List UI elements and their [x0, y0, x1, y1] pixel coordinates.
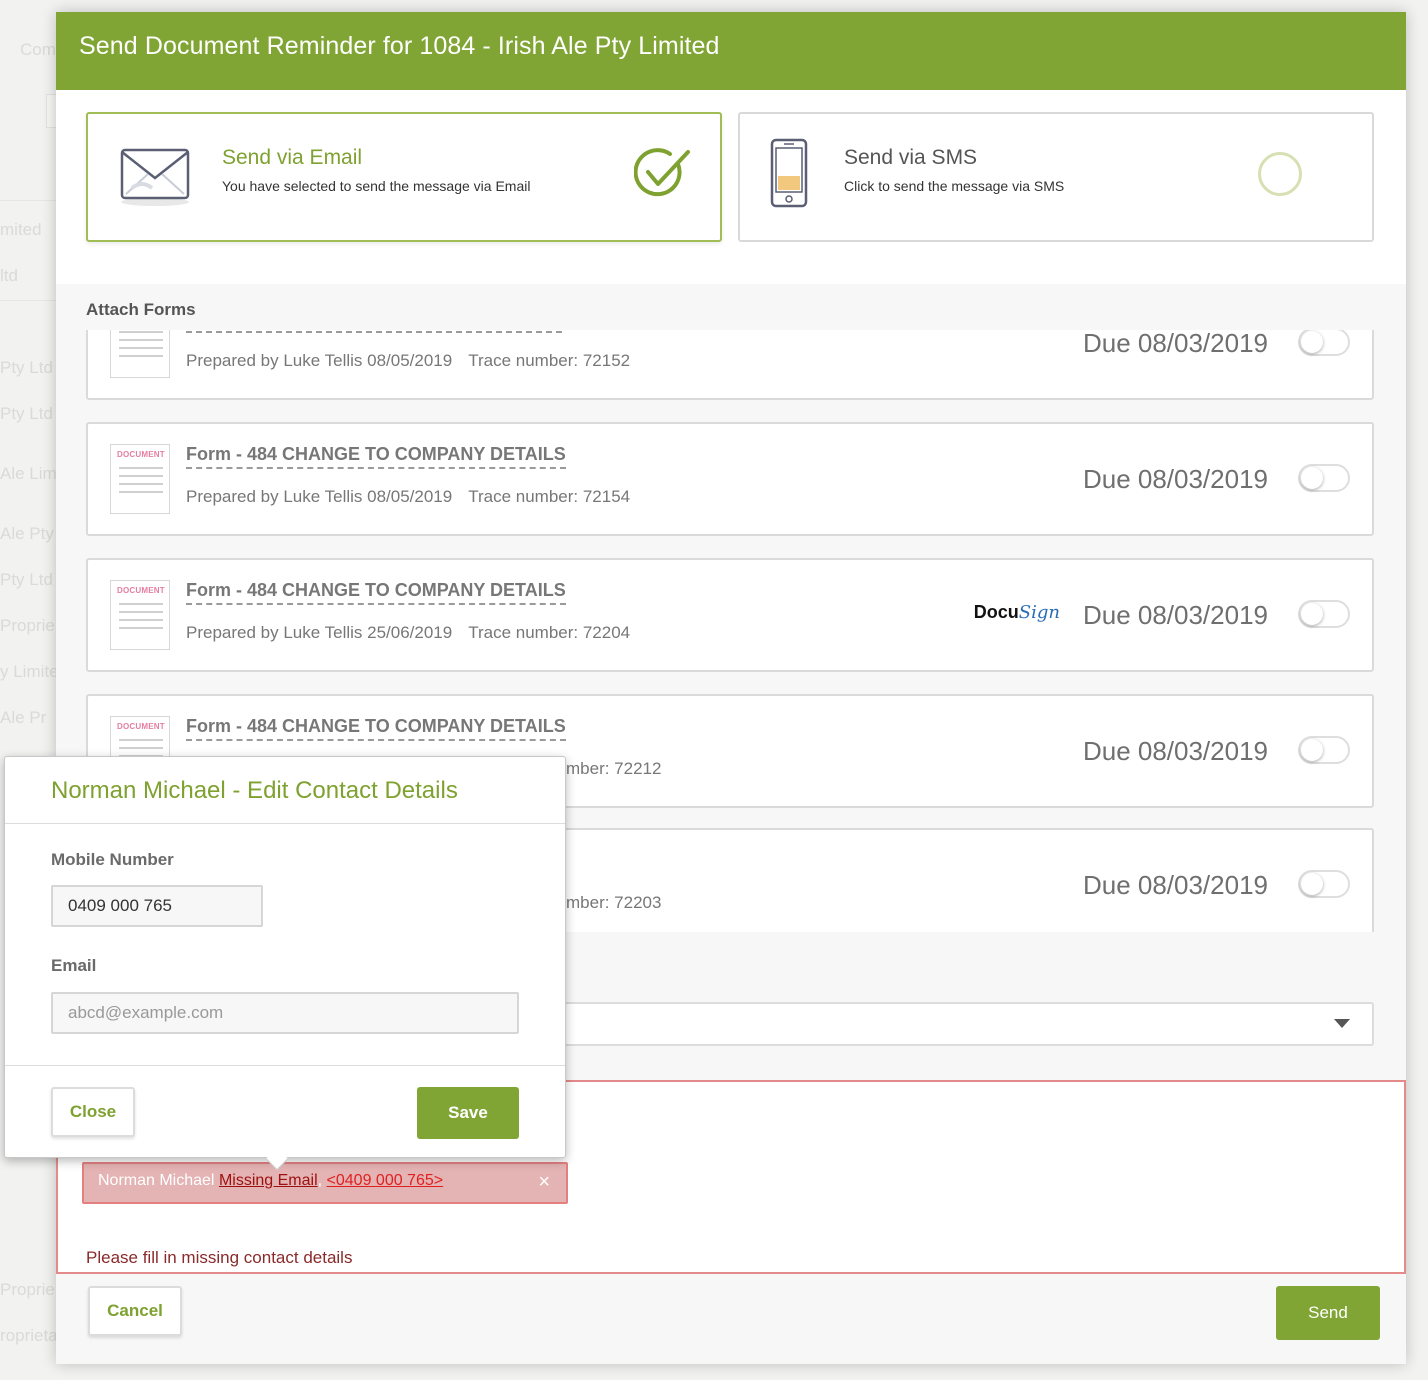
sms-radio-icon	[1258, 152, 1302, 196]
popover-title: Norman Michael - Edit Contact Details	[51, 777, 458, 804]
background-list-item: Pty Ltd	[0, 570, 53, 589]
form-title-link[interactable]: Form - 484 CHANGE TO COMPANY DETAILS	[186, 580, 566, 605]
form-meta: Prepared by Luke Tellis 08/05/2019 Trace …	[186, 351, 631, 370]
envelope-icon	[118, 144, 192, 213]
remove-tag-icon[interactable]: ×	[538, 1171, 550, 1194]
background-list-item: roprieta	[0, 1326, 58, 1345]
background-list-item: Ale Pty	[0, 524, 54, 543]
attach-form-toggle[interactable]	[1298, 870, 1350, 898]
sms-option-title: Send via SMS	[844, 146, 978, 169]
email-option-title: Send via Email	[222, 146, 363, 169]
background-header: Com	[20, 40, 56, 59]
error-message: Please fill in missing contact details	[86, 1248, 353, 1267]
edit-contact-popover: Norman Michael - Edit Contact Details Mo…	[4, 756, 566, 1171]
attach-form-toggle[interactable]	[1298, 736, 1350, 764]
background-list-item: Pty Ltd	[0, 358, 53, 377]
form-meta: mber: 72212	[566, 759, 662, 778]
close-button[interactable]: Close	[51, 1087, 135, 1137]
background-list-item: ltd	[0, 266, 18, 285]
form-card: DOCUMENT Form - 484 CHANGE TO COMPANY DE…	[86, 422, 1374, 536]
modal-title: Send Document Reminder for 1084 - Irish …	[56, 12, 1406, 90]
divider	[5, 823, 565, 824]
docusign-logo: DocuSign	[973, 602, 1060, 623]
attach-form-toggle[interactable]	[1298, 600, 1350, 628]
channel-selector: Send via Email You have selected to send…	[56, 90, 1406, 284]
form-meta: mber: 72203	[566, 893, 662, 912]
email-option-description: You have selected to send the message vi…	[222, 178, 531, 194]
form-meta: Prepared by Luke Tellis 08/05/2019 Trace …	[186, 487, 631, 506]
form-due-date: Due 08/03/2019	[1082, 464, 1268, 494]
send-button[interactable]: Send	[1276, 1286, 1380, 1340]
recipient-contact-tag: Norman Michael Missing Email, <0409 000 …	[82, 1162, 568, 1204]
background-list-item: Ale Lim	[0, 464, 57, 483]
document-icon: DOCUMENT	[110, 580, 170, 650]
form-card: DOCUMENT Prepared by Luke Tellis 08/05/2…	[86, 330, 1374, 400]
mobile-number-input[interactable]	[51, 885, 263, 927]
form-due-date: Due 08/03/2019	[1082, 736, 1268, 766]
save-button[interactable]: Save	[417, 1087, 519, 1139]
background-list-item: mited	[0, 220, 42, 239]
email-label: Email	[51, 956, 97, 975]
attach-forms-label: Attach Forms	[86, 300, 196, 319]
document-icon: DOCUMENT	[110, 330, 170, 378]
background-list-item: Proprie	[0, 616, 55, 635]
background-list-item: y Limite	[0, 662, 59, 681]
background-list-item: Pty Ltd	[0, 404, 53, 423]
form-card: DOCUMENT Form - 484 CHANGE TO COMPANY DE…	[86, 558, 1374, 672]
cancel-button[interactable]: Cancel	[88, 1286, 182, 1336]
document-icon: DOCUMENT	[110, 444, 170, 514]
form-title-link[interactable]: Form - 484 CHANGE TO COMPANY DETAILS	[186, 716, 566, 741]
background-list-item: Proprie	[0, 1280, 55, 1299]
chevron-down-icon	[1334, 1019, 1350, 1028]
send-via-sms-option[interactable]: Send via SMS Click to send the message v…	[738, 112, 1374, 242]
form-title-link[interactable]	[186, 330, 562, 333]
form-due-date: Due 08/03/2019	[1082, 330, 1268, 358]
contact-phone-link[interactable]: <0409 000 765>	[327, 1172, 444, 1189]
mobile-label: Mobile Number	[51, 850, 174, 869]
email-input[interactable]	[51, 992, 519, 1034]
phone-icon	[768, 136, 812, 215]
form-meta: Prepared by Luke Tellis 25/06/2019 Trace …	[186, 623, 631, 642]
divider	[5, 1065, 565, 1066]
form-due-date: Due 08/03/2019	[1082, 600, 1268, 630]
send-via-email-option[interactable]: Send via Email You have selected to send…	[86, 112, 722, 242]
form-due-date: Due 08/03/2019	[1082, 870, 1268, 900]
attach-form-toggle[interactable]	[1298, 464, 1350, 492]
send-reminder-modal: Send Document Reminder for 1084 - Irish …	[56, 12, 1406, 1364]
background-list-item: Ale Pr	[0, 708, 47, 727]
checkmark-icon	[633, 146, 694, 205]
attach-form-toggle[interactable]	[1298, 330, 1350, 356]
sms-option-description: Click to send the message via SMS	[844, 178, 1065, 194]
form-title-link[interactable]: Form - 484 CHANGE TO COMPANY DETAILS	[186, 444, 566, 469]
missing-email-link[interactable]: Missing Email	[219, 1172, 318, 1189]
